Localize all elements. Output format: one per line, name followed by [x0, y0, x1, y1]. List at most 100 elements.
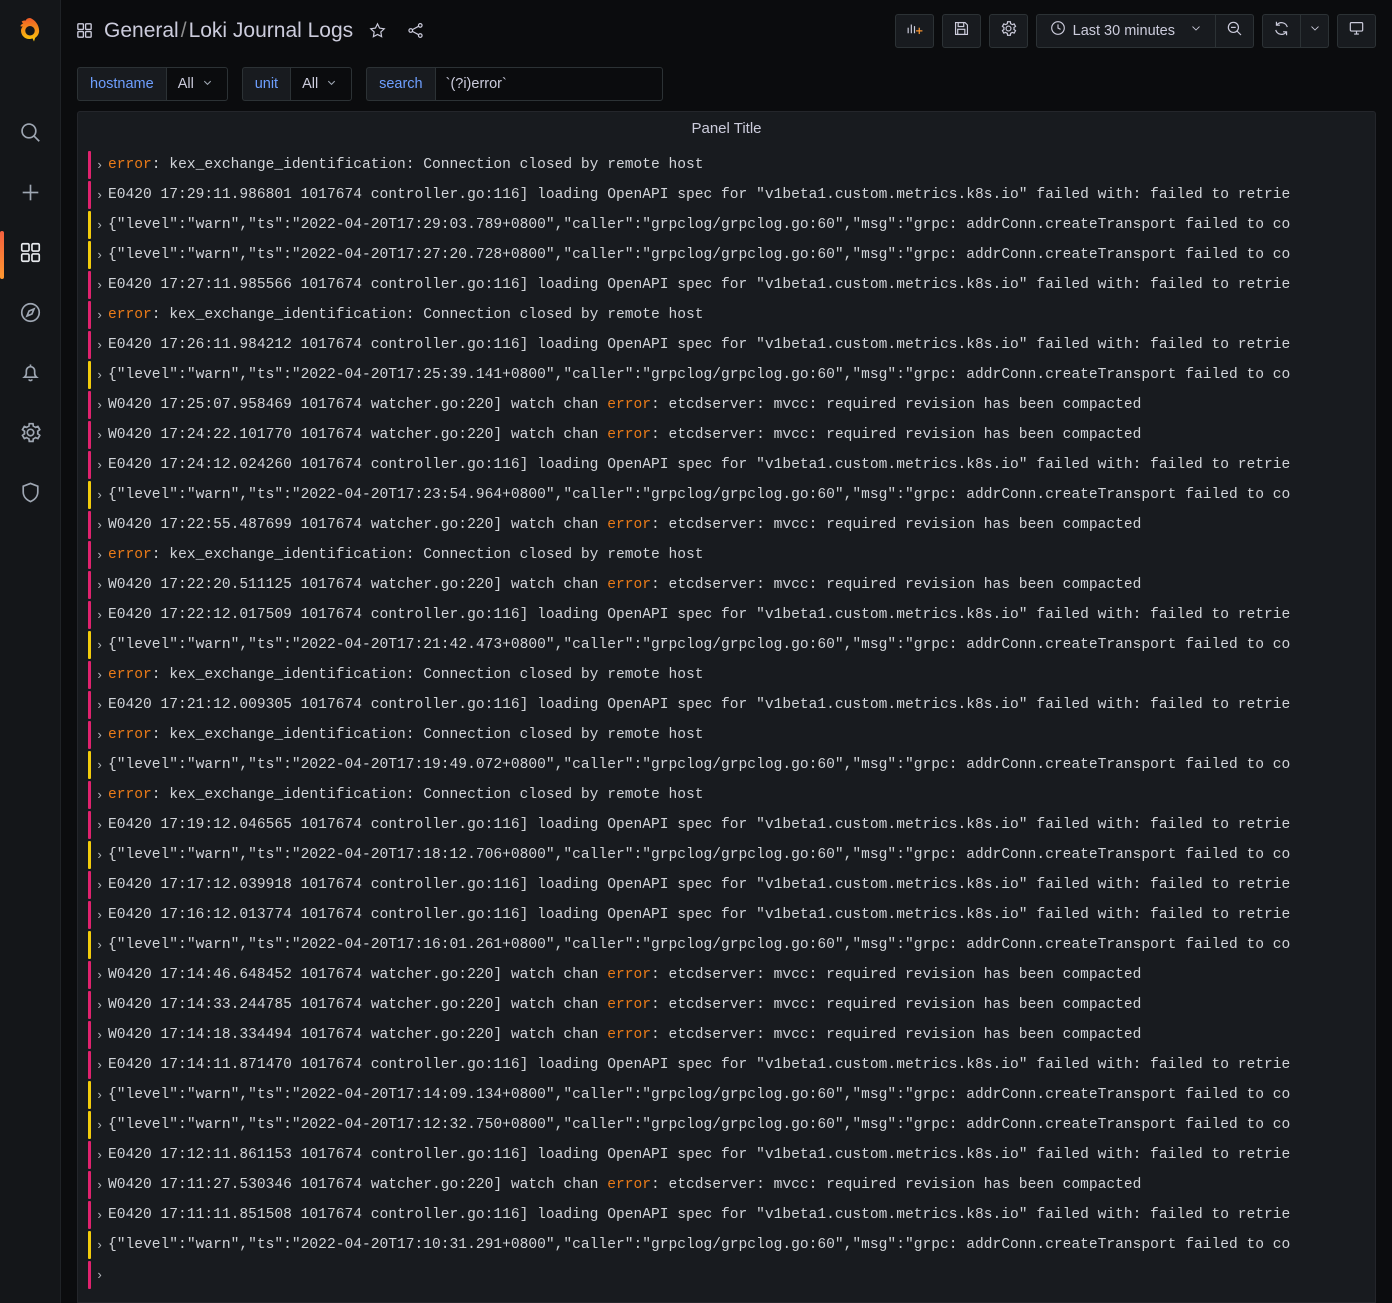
chevron-right-icon[interactable]: ›: [91, 840, 108, 870]
chevron-right-icon[interactable]: ›: [91, 600, 108, 630]
chevron-right-icon[interactable]: ›: [91, 480, 108, 510]
log-row[interactable]: › W0420 17:22:20.511125 1017674 watcher.g…: [78, 570, 1375, 600]
log-row[interactable]: › E0420 17:17:12.039918 1017674 controlle…: [78, 870, 1375, 900]
time-range-picker[interactable]: Last 30 minutes: [1035, 13, 1216, 48]
share-icon[interactable]: [401, 17, 429, 45]
search-input[interactable]: [434, 67, 663, 101]
refresh-button[interactable]: [1262, 13, 1301, 48]
chevron-right-icon[interactable]: ›: [91, 750, 108, 780]
chevron-right-icon[interactable]: ›: [91, 360, 108, 390]
chevron-right-icon[interactable]: ›: [91, 690, 108, 720]
sidebar-item-alerting[interactable]: [0, 345, 60, 405]
chevron-right-icon[interactable]: ›: [91, 960, 108, 990]
chevron-right-icon[interactable]: ›: [91, 1140, 108, 1170]
tv-mode-button[interactable]: [1337, 13, 1376, 48]
dashboard-settings-button[interactable]: [988, 13, 1028, 48]
log-row[interactable]: › W0420 17:11:27.530346 1017674 watcher.g…: [78, 1170, 1375, 1200]
log-row[interactable]: › E0420 17:26:11.984212 1017674 controlle…: [78, 330, 1375, 360]
log-row[interactable]: › error: kex_exchange_identification: Con…: [78, 540, 1375, 570]
log-row[interactable]: › E0420 17:14:11.871470 1017674 controlle…: [78, 1050, 1375, 1080]
chevron-right-icon[interactable]: ›: [91, 1110, 108, 1140]
chevron-right-icon[interactable]: ›: [91, 390, 108, 420]
chevron-right-icon[interactable]: ›: [91, 990, 108, 1020]
chevron-right-icon[interactable]: ›: [91, 240, 108, 270]
log-row[interactable]: › {"level":"warn","ts":"2022-04-20T17:23:…: [78, 480, 1375, 510]
sidebar-item-create[interactable]: [0, 165, 60, 225]
save-dashboard-button[interactable]: [941, 13, 981, 48]
chevron-right-icon[interactable]: ›: [91, 570, 108, 600]
zoom-out-time-range-button[interactable]: [1216, 13, 1254, 48]
chevron-right-icon[interactable]: ›: [91, 180, 108, 210]
breadcrumb-folder[interactable]: General: [104, 19, 179, 42]
chevron-right-icon[interactable]: ›: [91, 810, 108, 840]
log-row[interactable]: › E0420 17:27:11.985566 1017674 controlle…: [78, 270, 1375, 300]
chevron-right-icon[interactable]: ›: [91, 870, 108, 900]
chevron-right-icon[interactable]: ›: [91, 1200, 108, 1230]
log-row[interactable]: › {"level":"warn","ts":"2022-04-20T17:12:…: [78, 1110, 1375, 1140]
log-row[interactable]: › {"level":"warn","ts":"2022-04-20T17:14:…: [78, 1080, 1375, 1110]
log-row[interactable]: › W0420 17:25:07.958469 1017674 watcher.g…: [78, 390, 1375, 420]
log-row[interactable]: › {"level":"warn","ts":"2022-04-20T17:25:…: [78, 360, 1375, 390]
log-row[interactable]: › {"level":"warn","ts":"2022-04-20T17:19:…: [78, 750, 1375, 780]
chevron-right-icon[interactable]: ›: [91, 1080, 108, 1110]
chevron-right-icon[interactable]: ›: [91, 270, 108, 300]
chevron-right-icon[interactable]: ›: [91, 720, 108, 750]
log-row[interactable]: › E0420 17:16:12.013774 1017674 controlle…: [78, 900, 1375, 930]
add-panel-button[interactable]: [894, 13, 934, 48]
log-row[interactable]: › W0420 17:14:18.334494 1017674 watcher.g…: [78, 1020, 1375, 1050]
log-row[interactable]: › E0420 17:24:12.024260 1017674 controlle…: [78, 450, 1375, 480]
chevron-right-icon[interactable]: ›: [91, 210, 108, 240]
log-row[interactable]: › E0420 17:22:12.017509 1017674 controlle…: [78, 600, 1375, 630]
log-row[interactable]: › error: kex_exchange_identification: Con…: [78, 150, 1375, 180]
chevron-right-icon[interactable]: ›: [91, 1170, 108, 1200]
chevron-right-icon[interactable]: ›: [91, 1260, 108, 1290]
chevron-right-icon[interactable]: ›: [91, 300, 108, 330]
breadcrumb-dashboard[interactable]: Loki Journal Logs: [189, 19, 354, 42]
log-row[interactable]: › {"level":"warn","ts":"2022-04-20T17:10:…: [78, 1230, 1375, 1260]
log-row[interactable]: › {"level":"warn","ts":"2022-04-20T17:21:…: [78, 630, 1375, 660]
log-row[interactable]: › E0420 17:11:11.851508 1017674 controlle…: [78, 1200, 1375, 1230]
log-row[interactable]: › W0420 17:22:55.487699 1017674 watcher.g…: [78, 510, 1375, 540]
chevron-right-icon[interactable]: ›: [91, 660, 108, 690]
chevron-right-icon[interactable]: ›: [91, 1020, 108, 1050]
refresh-interval-picker[interactable]: [1301, 13, 1329, 48]
log-row[interactable]: › error: kex_exchange_identification: Con…: [78, 660, 1375, 690]
log-row[interactable]: ›: [78, 1260, 1375, 1290]
chevron-right-icon[interactable]: ›: [91, 420, 108, 450]
log-row[interactable]: › W0420 17:14:33.244785 1017674 watcher.g…: [78, 990, 1375, 1020]
chevron-right-icon[interactable]: ›: [91, 900, 108, 930]
sidebar-item-server-admin[interactable]: [0, 465, 60, 525]
log-row[interactable]: › {"level":"warn","ts":"2022-04-20T17:18:…: [78, 840, 1375, 870]
log-row[interactable]: › {"level":"warn","ts":"2022-04-20T17:29:…: [78, 210, 1375, 240]
log-row[interactable]: › E0420 17:29:11.986801 1017674 controlle…: [78, 180, 1375, 210]
sidebar-item-search[interactable]: [0, 105, 60, 165]
log-row[interactable]: › error: kex_exchange_identification: Con…: [78, 300, 1375, 330]
chevron-right-icon[interactable]: ›: [91, 930, 108, 960]
log-row[interactable]: › {"level":"warn","ts":"2022-04-20T17:27:…: [78, 240, 1375, 270]
chevron-right-icon[interactable]: ›: [91, 630, 108, 660]
chevron-right-icon[interactable]: ›: [91, 1050, 108, 1080]
log-row[interactable]: › W0420 17:24:22.101770 1017674 watcher.g…: [78, 420, 1375, 450]
chevron-right-icon[interactable]: ›: [91, 540, 108, 570]
panel-title[interactable]: Panel Title: [691, 120, 761, 137]
log-row[interactable]: › {"level":"warn","ts":"2022-04-20T17:16:…: [78, 930, 1375, 960]
variable-select-hostname[interactable]: All: [165, 67, 228, 101]
chevron-right-icon[interactable]: ›: [91, 150, 108, 180]
log-row[interactable]: › W0420 17:14:46.648452 1017674 watcher.g…: [78, 960, 1375, 990]
sidebar-item-dashboards[interactable]: [0, 225, 60, 285]
sidebar-item-explore[interactable]: [0, 285, 60, 345]
chevron-right-icon[interactable]: ›: [91, 780, 108, 810]
chevron-right-icon[interactable]: ›: [91, 510, 108, 540]
variable-select-unit[interactable]: All: [290, 67, 353, 101]
chevron-right-icon[interactable]: ›: [91, 1230, 108, 1260]
grafana-logo[interactable]: [0, 0, 61, 61]
log-row[interactable]: › error: kex_exchange_identification: Con…: [78, 720, 1375, 750]
chevron-right-icon[interactable]: ›: [91, 330, 108, 360]
log-row[interactable]: › E0420 17:19:12.046565 1017674 controlle…: [78, 810, 1375, 840]
chevron-right-icon[interactable]: ›: [91, 450, 108, 480]
log-row[interactable]: › error: kex_exchange_identification: Con…: [78, 780, 1375, 810]
log-row[interactable]: › E0420 17:12:11.861153 1017674 controlle…: [78, 1140, 1375, 1170]
log-row[interactable]: › E0420 17:21:12.009305 1017674 controlle…: [78, 690, 1375, 720]
sidebar-item-configuration[interactable]: [0, 405, 60, 465]
star-icon[interactable]: [363, 17, 391, 45]
